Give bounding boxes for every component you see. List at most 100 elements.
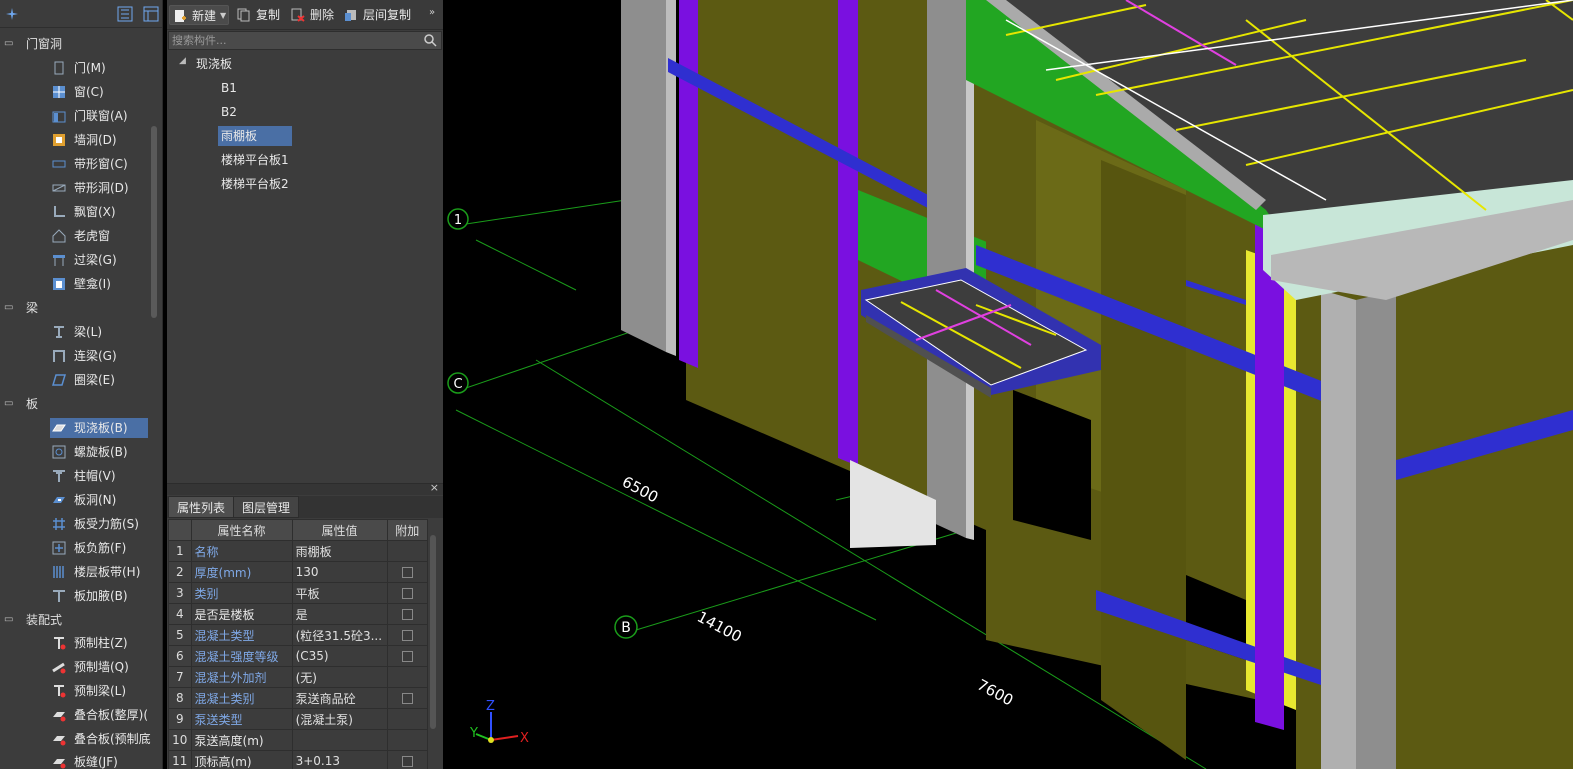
- property-value[interactable]: 泵送商品砼: [291, 687, 388, 709]
- column-cap-icon: [53, 470, 65, 482]
- nav-scrollbar[interactable]: [151, 126, 157, 318]
- nav-item-precast-column[interactable]: 预制柱(Z): [50, 633, 148, 653]
- new-button[interactable]: 新建 ▼: [169, 5, 229, 25]
- category-door-window[interactable]: ▭ 门窗洞: [0, 33, 160, 55]
- new-file-icon: [175, 10, 186, 22]
- grid-view-icon[interactable]: [143, 6, 159, 22]
- nav-item-slab-haunch[interactable]: 板加腋(B): [50, 586, 148, 606]
- nav-item-niche[interactable]: 壁龛(I): [50, 274, 148, 294]
- extra-checkbox[interactable]: [401, 567, 413, 578]
- property-row[interactable]: 8 混凝土类别 泵送商品砼: [168, 687, 429, 709]
- nav-item-beam[interactable]: 梁(L): [50, 322, 148, 342]
- property-value[interactable]: (无): [291, 666, 388, 688]
- property-value[interactable]: (混凝土泵): [291, 708, 388, 730]
- property-row[interactable]: 10 泵送高度(m): [168, 729, 429, 751]
- nav-item-door-window[interactable]: 门联窗(A): [50, 106, 148, 126]
- sparkle-icon[interactable]: [4, 6, 20, 22]
- list-view-icon[interactable]: [117, 6, 133, 22]
- nav-item-column-cap[interactable]: 柱帽(V): [50, 466, 148, 486]
- nav-item-slab-hole[interactable]: 板洞(N): [50, 490, 148, 510]
- property-value[interactable]: 3+0.13: [291, 750, 388, 769]
- dimension-7600: 7600: [974, 676, 1016, 710]
- category-beam[interactable]: ▭ 梁: [0, 297, 160, 319]
- delete-button[interactable]: 删除: [291, 5, 337, 25]
- property-row[interactable]: 5 混凝土类型 (粒径31.5砼3...: [168, 624, 429, 646]
- tree-expand-icon[interactable]: ◢: [179, 56, 186, 66]
- nav-item-composite-slab[interactable]: 叠合板(整厚)(: [50, 705, 160, 725]
- nav-item-strip-opening[interactable]: 带形洞(D): [50, 178, 148, 198]
- property-tabs: 属性列表 图层管理: [167, 496, 443, 518]
- nav-item-slab-rebar[interactable]: 板受力筋(S): [50, 514, 148, 534]
- property-value[interactable]: 130: [291, 561, 388, 583]
- property-extra-cell: [386, 750, 429, 769]
- property-row[interactable]: 2 厚度(mm) 130: [168, 561, 429, 583]
- axis-marker-1[interactable]: 1: [447, 208, 469, 230]
- property-value[interactable]: 雨棚板: [291, 540, 388, 562]
- property-row[interactable]: 7 混凝土外加剂 (无): [168, 666, 429, 688]
- tab-layer-management[interactable]: 图层管理: [233, 496, 300, 518]
- nav-item-slab-neg-rebar[interactable]: 板负筋(F): [50, 538, 148, 558]
- property-value[interactable]: 是: [291, 603, 388, 625]
- dimension-6500: 6500: [619, 473, 661, 507]
- close-icon[interactable]: ×: [430, 481, 439, 494]
- tree-node-canopy-slab[interactable]: 雨棚板: [218, 126, 292, 146]
- nav-item-composite-slab-bottom[interactable]: 叠合板(预制底: [50, 729, 160, 749]
- property-row[interactable]: 11 顶标高(m) 3+0.13: [168, 750, 429, 769]
- property-index: 3: [168, 582, 192, 604]
- nav-item-strip-window[interactable]: 带形窗(C): [50, 154, 148, 174]
- property-value[interactable]: (粒径31.5砼3...: [291, 624, 388, 646]
- nav-item-lintel[interactable]: 过梁(G): [50, 250, 148, 270]
- nav-item-precast-wall[interactable]: 预制墙(Q): [50, 657, 148, 677]
- gizmo-z-label: Z: [486, 699, 495, 714]
- copy-button[interactable]: 复制: [237, 5, 283, 25]
- search-icon[interactable]: [424, 34, 437, 47]
- precast-beam-icon: [54, 685, 66, 698]
- axis-marker-c[interactable]: C: [447, 372, 469, 394]
- property-value[interactable]: (C35): [291, 645, 388, 667]
- extra-checkbox[interactable]: [401, 651, 413, 662]
- tab-property-list[interactable]: 属性列表: [168, 496, 235, 518]
- axis-marker-b[interactable]: B: [614, 615, 638, 639]
- extra-checkbox[interactable]: [401, 609, 413, 620]
- extra-checkbox[interactable]: [401, 693, 413, 704]
- overflow-icon[interactable]: »: [429, 7, 435, 18]
- nav-item-slab-joint[interactable]: 板缝(JF): [50, 752, 148, 769]
- tree-node-b2[interactable]: B2: [218, 102, 240, 122]
- search-input[interactable]: [169, 32, 419, 49]
- extra-checkbox[interactable]: [401, 756, 413, 767]
- property-row[interactable]: 6 混凝土强度等级 (C35): [168, 645, 429, 667]
- nav-item-bay-window[interactable]: 飘窗(X): [50, 202, 148, 222]
- nav-item-precast-beam[interactable]: 预制梁(L): [50, 681, 148, 701]
- category-prefab[interactable]: ▭ 装配式: [0, 609, 160, 631]
- tree-node-stair-landing-2[interactable]: 楼梯平台板2: [218, 174, 292, 194]
- property-row[interactable]: 1 名称 雨棚板: [168, 540, 429, 562]
- extra-checkbox[interactable]: [401, 630, 413, 641]
- nav-item-coupling-beam[interactable]: 连梁(G): [50, 346, 148, 366]
- nav-item-spiral-slab[interactable]: 螺旋板(B): [50, 442, 148, 462]
- property-value[interactable]: [291, 729, 388, 751]
- nav-item-dormer[interactable]: 老虎窗: [50, 226, 148, 246]
- collapse-icon: ▭: [4, 38, 14, 49]
- property-row[interactable]: 4 是否是楼板是: [168, 603, 429, 625]
- nav-item-door[interactable]: 门(M): [50, 58, 148, 78]
- nav-item-cast-slab[interactable]: 现浇板(B): [50, 418, 148, 438]
- precast-column-icon: [54, 637, 66, 650]
- property-scrollbar[interactable]: [430, 535, 436, 729]
- nav-item-slab-strip[interactable]: 楼层板带(H): [50, 562, 148, 582]
- tree-node-root[interactable]: 现浇板: [193, 54, 235, 74]
- tree-node-stair-landing-1[interactable]: 楼梯平台板1: [218, 150, 292, 170]
- property-row[interactable]: 9 泵送类型 (混凝土泵): [168, 708, 429, 730]
- 3d-viewport[interactable]: 1 C B 6500 14100 7600 Z X Y: [446, 0, 1573, 769]
- nav-item-window[interactable]: 窗(C): [50, 82, 148, 102]
- category-slab[interactable]: ▭ 板: [0, 393, 160, 415]
- property-value[interactable]: 平板: [291, 582, 388, 604]
- tree-node-b1[interactable]: B1: [218, 78, 240, 98]
- floor-copy-button[interactable]: 层间复制: [344, 5, 424, 25]
- property-name: 混凝土类别: [190, 687, 293, 709]
- extra-checkbox[interactable]: [401, 588, 413, 599]
- nav-item-wall-opening[interactable]: 墙洞(D): [50, 130, 148, 150]
- property-row[interactable]: 3 类别 平板: [168, 582, 429, 604]
- nav-item-ring-beam[interactable]: 圈梁(E): [50, 370, 148, 390]
- niche-icon: [53, 278, 65, 290]
- panel-splitter[interactable]: ×: [167, 481, 443, 495]
